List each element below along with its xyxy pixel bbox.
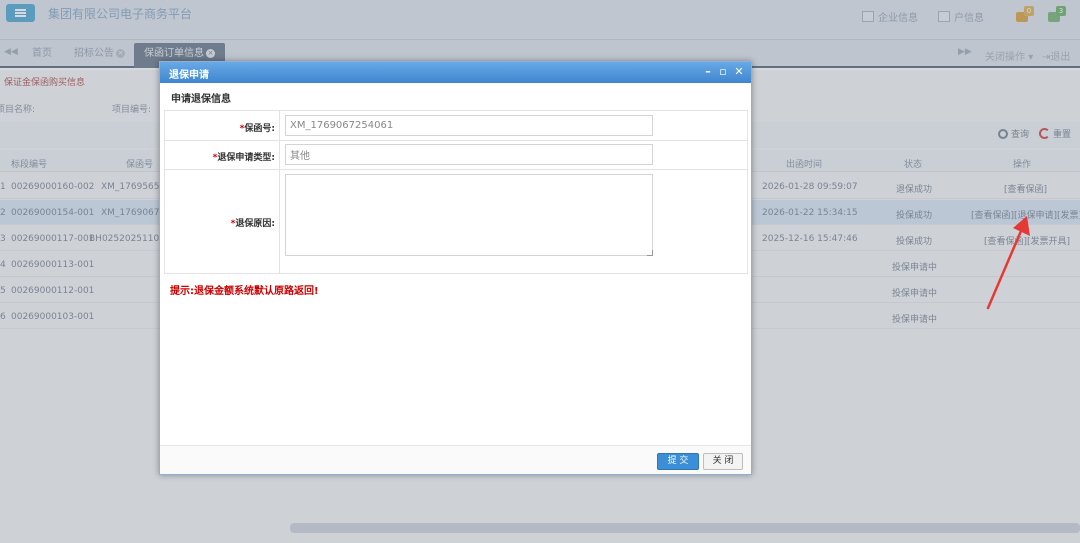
account-info-link[interactable]: 户信息 bbox=[938, 9, 984, 24]
project-name-label: 项目名称: bbox=[0, 105, 36, 115]
form-row-refund-reason: *退保原因: bbox=[165, 170, 747, 273]
close-icon[interactable]: ✕ bbox=[732, 65, 746, 79]
menu-toggle-button[interactable] bbox=[6, 4, 35, 22]
column-header-guarantee-no: 保函号 bbox=[126, 160, 154, 170]
column-header-status: 状态 bbox=[904, 160, 923, 170]
refund-tip-text: 提示:退保金额系统默认原路返回! bbox=[170, 286, 319, 297]
section-title: 保证金保函购买信息 bbox=[4, 78, 86, 88]
annotation-arrow-icon bbox=[986, 216, 1030, 310]
exit-link[interactable]: ⇥退出 bbox=[1042, 48, 1070, 63]
search-button[interactable]: 查询 bbox=[998, 127, 1029, 140]
notification-button[interactable]: 3 bbox=[1048, 6, 1066, 22]
close-icon[interactable]: × bbox=[206, 48, 215, 58]
close-button[interactable]: 关 闭 bbox=[703, 453, 743, 470]
guarantee-no-input[interactable] bbox=[285, 115, 653, 136]
account-icon bbox=[938, 11, 950, 22]
horizontal-scrollbar[interactable] bbox=[290, 523, 1080, 533]
tab-bid-notice[interactable]: 招标公告 × bbox=[74, 43, 125, 68]
chevron-down-icon: ▾ bbox=[1028, 52, 1034, 63]
column-header-actions: 操作 bbox=[1013, 160, 1032, 170]
refresh-icon bbox=[1039, 128, 1050, 139]
search-icon bbox=[998, 128, 1008, 139]
refund-type-input[interactable] bbox=[285, 144, 653, 165]
message-count-badge: 0 bbox=[1024, 6, 1034, 16]
resize-handle-icon[interactable] bbox=[647, 250, 653, 256]
app-title: 集团有限公司电子商务平台 bbox=[48, 7, 193, 21]
hamburger-icon bbox=[15, 9, 26, 17]
row-actions[interactable]: [查看保函] bbox=[1004, 182, 1047, 195]
tab-home[interactable]: 首页 bbox=[32, 43, 52, 68]
refund-reason-textarea[interactable] bbox=[285, 174, 653, 256]
column-header-code: 标段编号 bbox=[11, 160, 48, 170]
form-row-guarantee-no: *保函号: bbox=[165, 111, 747, 141]
tab-scroll-left-icon[interactable]: ◀◀ bbox=[4, 47, 18, 57]
minimize-icon[interactable]: – bbox=[701, 65, 715, 79]
column-header-issue-time: 出函时间 bbox=[786, 160, 823, 170]
reset-button[interactable]: 重置 bbox=[1039, 127, 1071, 140]
tab-scroll-right-icon[interactable]: ▶▶ bbox=[958, 47, 972, 57]
enterprise-icon bbox=[862, 11, 874, 22]
close-icon[interactable]: × bbox=[116, 48, 125, 58]
submit-button[interactable]: 提 交 bbox=[657, 453, 699, 470]
top-header: 集团有限公司电子商务平台 企业信息 户信息 0 3 bbox=[0, 0, 1080, 40]
guarantee-no-label: *保函号: bbox=[239, 124, 275, 134]
close-operations-menu[interactable]: 关闭操作 ▾ bbox=[985, 48, 1033, 63]
maximize-icon[interactable]: ▫ bbox=[716, 65, 730, 79]
dialog-title: 退保申请 bbox=[169, 70, 209, 81]
refund-application-dialog: 退保申请 – ▫ ✕ 申请退保信息 *保函号: *退保申请类型: *退保原因: … bbox=[159, 61, 752, 475]
refund-form: *保函号: *退保申请类型: *退保原因: bbox=[164, 110, 748, 274]
enterprise-info-link[interactable]: 企业信息 bbox=[862, 9, 918, 24]
fieldset-title: 申请退保信息 bbox=[171, 94, 231, 105]
notification-count-badge: 3 bbox=[1056, 6, 1066, 16]
refund-type-label: *退保申请类型: bbox=[212, 153, 275, 163]
form-row-refund-type: *退保申请类型: bbox=[165, 141, 747, 170]
refund-reason-label: *退保原因: bbox=[230, 219, 275, 229]
dialog-footer: 提 交 关 闭 bbox=[160, 445, 751, 474]
project-code-label: 项目编号: bbox=[112, 105, 152, 115]
dialog-header[interactable]: 退保申请 – ▫ ✕ bbox=[160, 62, 751, 83]
message-button[interactable]: 0 bbox=[1016, 6, 1034, 22]
